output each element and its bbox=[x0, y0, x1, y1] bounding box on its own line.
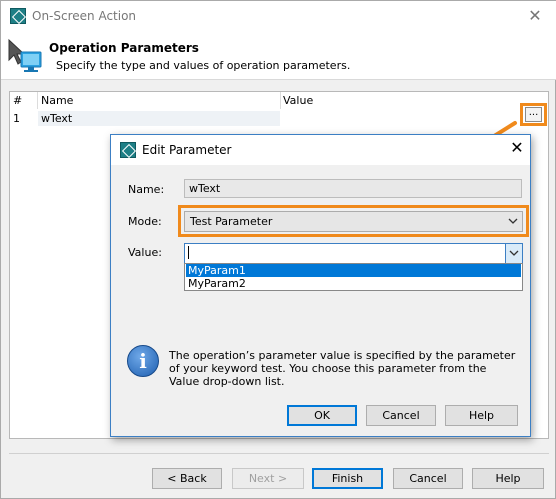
value-label: Value: bbox=[128, 246, 162, 259]
monitor-cursor-icon bbox=[8, 38, 42, 72]
mode-label: Mode: bbox=[128, 215, 162, 228]
app-logo-icon bbox=[10, 8, 26, 24]
header-subtitle: Specify the type and values of operation… bbox=[56, 59, 351, 72]
dialog-cancel-button[interactable]: Cancel bbox=[366, 405, 436, 426]
mode-select[interactable]: Test Parameter bbox=[184, 211, 523, 232]
value-combobox-input[interactable] bbox=[184, 243, 523, 264]
text-caret bbox=[188, 246, 189, 259]
wizard-window: On-Screen Action ✕ Operation Parameters … bbox=[0, 0, 556, 499]
column-header-name[interactable]: Name bbox=[41, 94, 73, 107]
cancel-button[interactable]: Cancel bbox=[393, 468, 463, 489]
row-index: 1 bbox=[13, 112, 20, 125]
edit-parameter-dialog: Edit Parameter ✕ Name: wText Mode: Test … bbox=[110, 134, 531, 437]
name-label: Name: bbox=[128, 183, 165, 196]
dropdown-option-myparam2[interactable]: MyParam2 bbox=[186, 277, 521, 290]
ok-button[interactable]: OK bbox=[287, 405, 357, 426]
help-button[interactable]: Help bbox=[472, 468, 544, 489]
dialog-title-bar: Edit Parameter ✕ bbox=[111, 135, 530, 165]
ellipsis-highlight: ... bbox=[520, 103, 547, 126]
window-close-button[interactable]: ✕ bbox=[524, 6, 546, 26]
wizard-header: Operation Parameters Specify the type an… bbox=[1, 32, 556, 80]
mode-value: Test Parameter bbox=[190, 215, 273, 228]
column-header-index[interactable]: # bbox=[13, 94, 22, 107]
chevron-down-icon bbox=[508, 218, 518, 224]
info-icon: i bbox=[127, 345, 159, 377]
column-header-value[interactable]: Value bbox=[283, 94, 313, 107]
column-divider[interactable] bbox=[37, 92, 38, 109]
header-title: Operation Parameters bbox=[49, 41, 199, 55]
value-dropdown-button[interactable] bbox=[505, 243, 523, 264]
title-bar: On-Screen Action ✕ bbox=[1, 1, 556, 32]
next-button[interactable]: Next > bbox=[232, 468, 304, 489]
dialog-close-button[interactable]: ✕ bbox=[506, 138, 528, 160]
finish-button[interactable]: Finish bbox=[312, 468, 383, 489]
back-button[interactable]: < Back bbox=[152, 468, 222, 489]
row-name[interactable]: wText bbox=[41, 112, 72, 125]
footer-divider bbox=[9, 453, 549, 454]
dialog-title: Edit Parameter bbox=[142, 143, 232, 157]
value-dropdown-list: MyParam1 MyParam2 bbox=[184, 263, 523, 291]
name-field: wText bbox=[184, 179, 522, 198]
window-title: On-Screen Action bbox=[32, 9, 137, 23]
column-divider[interactable] bbox=[280, 92, 281, 109]
chevron-down-icon bbox=[509, 250, 519, 256]
dropdown-option-myparam1[interactable]: MyParam1 bbox=[186, 264, 521, 277]
info-message: The operation’s parameter value is speci… bbox=[169, 349, 516, 388]
edit-value-button[interactable]: ... bbox=[525, 107, 542, 122]
table-row[interactable] bbox=[38, 111, 280, 126]
app-logo-icon bbox=[120, 142, 136, 158]
dialog-help-button[interactable]: Help bbox=[445, 405, 518, 426]
